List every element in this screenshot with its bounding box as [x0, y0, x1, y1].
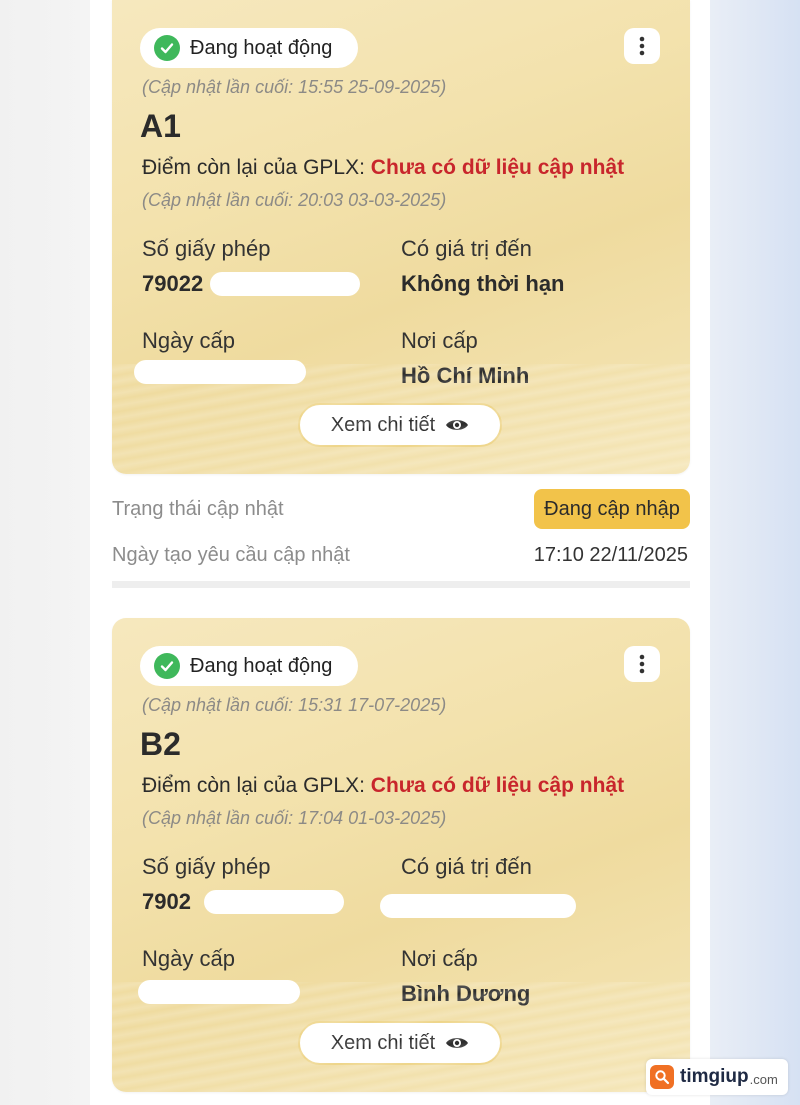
request-date-value: 17:10 22/11/2025 [533, 544, 688, 566]
status-badge: Đang hoạt động [140, 646, 358, 686]
points-row: Điểm còn lại của GPLX: Chưa có dữ liệu c… [142, 156, 624, 180]
watermark-domain: .com [749, 1071, 778, 1087]
issue-date-label: Ngày cấp [142, 328, 235, 353]
view-details-label: Xem chi tiết [330, 1031, 436, 1054]
issue-place-label: Nơi cấp [401, 946, 478, 971]
check-circle-icon [154, 35, 180, 61]
status-text: Đang hoạt động [190, 36, 333, 59]
license-card-a1: Đang hoạt động (Cập nhật lần cuối: 15:55… [112, 0, 690, 474]
points-value: Chưa có dữ liệu cập nhật [370, 774, 625, 797]
check-circle-icon [154, 653, 180, 679]
points-last-updated: (Cập nhật lần cuối: 20:03 03-03-2025) [142, 190, 447, 210]
license-number-label: Số giấy phép [142, 854, 271, 879]
watermark-brand: timgiup [680, 1066, 749, 1087]
view-details-label: Xem chi tiết [330, 413, 436, 436]
search-icon [650, 1065, 674, 1089]
update-status-label: Trạng thái cập nhật [112, 498, 284, 520]
status-last-updated: (Cập nhật lần cuối: 15:31 17-07-2025) [142, 695, 447, 715]
status-text: Đang hoạt động [190, 654, 333, 677]
points-value: Chưa có dữ liệu cập nhật [370, 156, 625, 179]
valid-until-label: Có giá trị đến [401, 236, 532, 261]
timgiup-watermark: timgiup .com [646, 1059, 788, 1095]
request-date-label: Ngày tạo yêu cầu cập nhật [112, 544, 350, 566]
view-details-button[interactable]: Xem chi tiết [298, 1021, 502, 1065]
redaction-mark [210, 272, 360, 296]
redaction-mark [134, 360, 306, 384]
view-details-button[interactable]: Xem chi tiết [298, 403, 502, 447]
redaction-mark [380, 894, 576, 918]
eye-icon [446, 1038, 469, 1048]
more-options-button[interactable] [624, 646, 660, 682]
more-vertical-icon [639, 36, 645, 56]
license-class: B2 [140, 726, 181, 762]
license-number-value: 79022 [142, 271, 204, 296]
more-options-button[interactable] [624, 28, 660, 64]
section-divider [112, 581, 690, 588]
status-badge: Đang hoạt động [140, 28, 358, 68]
issue-place-value: Bình Dương [401, 981, 531, 1006]
valid-until-value: Không thời hạn [401, 271, 565, 296]
more-vertical-icon [639, 654, 645, 674]
license-number-label: Số giấy phép [142, 236, 271, 261]
issue-date-label: Ngày cấp [142, 946, 235, 971]
points-label: Điểm còn lại của GPLX: [142, 774, 365, 797]
redaction-mark [204, 890, 344, 914]
issue-place-value: Hồ Chí Minh [401, 363, 530, 388]
status-last-updated: (Cập nhật lần cuối: 15:55 25-09-2025) [142, 77, 447, 97]
points-last-updated: (Cập nhật lần cuối: 17:04 01-03-2025) [142, 808, 447, 828]
redaction-mark [138, 980, 300, 1004]
update-status-badge: Đang cập nhập [534, 489, 690, 529]
eye-icon [446, 420, 469, 430]
points-label: Điểm còn lại của GPLX: [142, 156, 365, 179]
license-number-value: 7902 [142, 889, 191, 914]
valid-until-label: Có giá trị đến [401, 854, 532, 879]
issue-place-label: Nơi cấp [401, 328, 478, 353]
license-class: A1 [140, 108, 181, 144]
license-card-b2: Đang hoạt động (Cập nhật lần cuối: 15:31… [112, 618, 690, 1092]
points-row: Điểm còn lại của GPLX: Chưa có dữ liệu c… [142, 774, 624, 798]
